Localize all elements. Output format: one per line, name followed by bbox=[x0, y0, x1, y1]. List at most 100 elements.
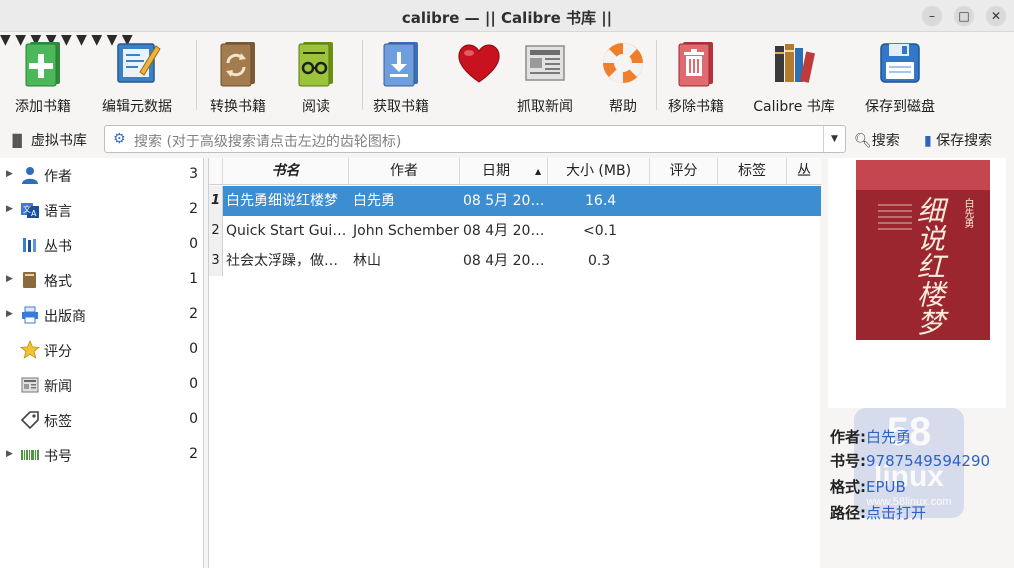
search-icon: 🔍︎ bbox=[854, 133, 872, 149]
column-header-date[interactable]: 日期 ▲ bbox=[460, 158, 548, 185]
expand-arrow-icon[interactable]: ▶ bbox=[6, 169, 13, 179]
column-header-date-label: 日期 bbox=[482, 163, 510, 179]
column-header-series[interactable]: 丛 bbox=[787, 158, 821, 185]
detail-author-link[interactable]: 白先勇 bbox=[866, 428, 911, 446]
save-to-disk-button[interactable]: 保存到磁盘 bbox=[858, 36, 942, 116]
tag-category-authors[interactable]: ▶ 作者 3 bbox=[0, 160, 204, 192]
cover-title: 细说红楼梦 bbox=[913, 196, 946, 336]
remove-books-button[interactable]: 移除书籍 bbox=[660, 36, 732, 116]
convert-books-button[interactable]: 转换书籍 bbox=[202, 36, 274, 116]
fetch-news-button[interactable]: 抓取新闻 bbox=[510, 36, 580, 116]
cell-size[interactable]: 0.3 bbox=[548, 246, 650, 276]
table-row[interactable]: 1 白先勇细说红楼梦 白先勇 08 5月 2026 16.4 bbox=[209, 186, 821, 216]
tag-category-identifiers[interactable]: ▶ 书号 2 bbox=[0, 440, 204, 472]
minimize-button[interactable]: – bbox=[922, 6, 942, 26]
cell-rating[interactable] bbox=[650, 186, 821, 216]
donate-button[interactable] bbox=[452, 36, 506, 116]
column-header-tags[interactable]: 标签 bbox=[718, 158, 787, 185]
expand-arrow-icon[interactable]: ▶ bbox=[6, 204, 13, 214]
tag-category-label: 评分 bbox=[44, 344, 72, 360]
convert-book-icon bbox=[220, 42, 255, 87]
table-row[interactable]: 3 社会太浮躁，做… 林山 08 4月 2026 0.3 bbox=[209, 246, 821, 276]
saved-search-button[interactable]: ▮ 保存搜索 bbox=[924, 130, 992, 150]
remove-books-label: 移除书籍 bbox=[668, 99, 724, 115]
heart-icon bbox=[458, 44, 500, 83]
window-title: calibre — || Calibre 书库 || bbox=[401, 9, 613, 27]
cell-size[interactable]: 16.4 bbox=[548, 186, 650, 216]
get-books-button[interactable]: 获取书籍 bbox=[366, 36, 436, 116]
virtual-library-button[interactable]: ▐▌ 虚拟书库 bbox=[8, 130, 87, 150]
search-button[interactable]: 🔍︎搜索 bbox=[854, 130, 900, 150]
tag-category-count: 0 bbox=[189, 411, 198, 427]
detail-path-link[interactable]: 点击打开 bbox=[866, 504, 926, 522]
maximize-button[interactable]: □ bbox=[954, 6, 974, 26]
fetch-news-label: 抓取新闻 bbox=[517, 99, 573, 115]
tag-category-label: 出版商 bbox=[44, 309, 86, 325]
floppy-disk-icon bbox=[880, 43, 920, 83]
column-header-author[interactable]: 作者 bbox=[349, 158, 460, 185]
tag-category-rating[interactable]: 评分 0 bbox=[0, 335, 204, 367]
table-row[interactable]: 2 Quick Start Guide John Schember 08 4月 … bbox=[209, 216, 821, 246]
cover-author: 白先勇 bbox=[962, 198, 973, 228]
cell-title[interactable]: Quick Start Guide bbox=[223, 216, 349, 246]
gear-icon[interactable]: ⚙ bbox=[113, 131, 126, 147]
cell-date[interactable]: 08 5月 2026 bbox=[460, 186, 548, 216]
expand-arrow-icon[interactable]: ▶ bbox=[6, 274, 13, 284]
view-button[interactable]: 阅读 bbox=[290, 36, 342, 116]
detail-format-link[interactable]: EPUB bbox=[866, 478, 906, 496]
column-header-rating[interactable]: 评分 bbox=[650, 158, 718, 185]
cell-author[interactable]: 林山 bbox=[349, 246, 460, 276]
tag-category-count: 2 bbox=[189, 201, 198, 217]
detail-isbn: 书号:9787549594290 bbox=[830, 450, 1014, 474]
tag-category-formats[interactable]: ▶ 格式 1 bbox=[0, 265, 204, 297]
row-number: 2 bbox=[209, 216, 223, 246]
detail-format: 格式:EPUB bbox=[830, 476, 1014, 500]
reader-icon bbox=[298, 42, 333, 87]
cell-size[interactable]: <0.1 bbox=[548, 216, 650, 246]
detail-isbn-link[interactable]: 9787549594290 bbox=[866, 452, 990, 470]
detail-author: 作者:白先勇 bbox=[830, 426, 1014, 450]
edit-metadata-button[interactable]: 编辑元数据 bbox=[96, 36, 178, 116]
book-list-header: 书名 作者 日期 ▲ 大小 (MB) 评分 标签 丛 bbox=[209, 158, 821, 185]
cell-title[interactable]: 白先勇细说红楼梦 bbox=[223, 186, 349, 216]
cell-title[interactable]: 社会太浮躁，做… bbox=[223, 246, 349, 276]
save-to-disk-label: 保存到磁盘 bbox=[865, 99, 935, 115]
tag-category-count: 3 bbox=[189, 166, 198, 182]
svg-text:A: A bbox=[31, 209, 37, 218]
cell-date[interactable]: 08 4月 2026 bbox=[460, 216, 548, 246]
row-number: 1 bbox=[209, 186, 223, 216]
column-header-title[interactable]: 书名 bbox=[223, 158, 349, 185]
detail-format-label: 格式: bbox=[830, 478, 866, 496]
column-header-size[interactable]: 大小 (MB) bbox=[548, 158, 650, 185]
book-cover[interactable]: 白先勇 细说红楼梦 bbox=[856, 160, 990, 340]
detail-isbn-label: 书号: bbox=[830, 452, 866, 470]
tag-category-tags[interactable]: 标签 0 bbox=[0, 405, 204, 437]
toolbar-separator bbox=[362, 40, 363, 110]
search-input[interactable]: ⚙ 搜索 (对于高级搜索请点击左边的齿轮图标) ▼ bbox=[104, 125, 846, 153]
library-label: Calibre 书库 bbox=[753, 99, 835, 115]
cell-date[interactable]: 08 4月 2026 bbox=[460, 246, 548, 276]
help-button[interactable]: 帮助 bbox=[598, 36, 648, 116]
library-button[interactable]: Calibre 书库 bbox=[748, 36, 840, 116]
virtual-library-label: 虚拟书库 bbox=[30, 133, 87, 149]
cell-author[interactable]: 白先勇 bbox=[349, 186, 460, 216]
format-book-icon bbox=[23, 272, 36, 288]
add-books-button[interactable]: 添加书籍 bbox=[4, 36, 82, 116]
tag-category-news[interactable]: 新闻 0 bbox=[0, 370, 204, 402]
library-icon bbox=[775, 44, 816, 83]
tag-category-count: 1 bbox=[189, 271, 198, 287]
close-button[interactable]: ✕ bbox=[986, 6, 1006, 26]
cover-frame[interactable]: 白先勇 细说红楼梦 bbox=[828, 158, 1006, 408]
expand-arrow-icon[interactable]: ▶ bbox=[6, 449, 13, 459]
person-icon bbox=[22, 167, 38, 184]
search-history-dropdown[interactable]: ▼ bbox=[823, 126, 845, 152]
expand-arrow-icon[interactable]: ▶ bbox=[6, 309, 13, 319]
add-books-label: 添加书籍 bbox=[15, 99, 71, 115]
tag-category-series[interactable]: 丛书 0 bbox=[0, 230, 204, 262]
sort-ascending-icon: ▲ bbox=[535, 167, 542, 176]
tag-category-languages[interactable]: ▶ 文A 语言 2 bbox=[0, 195, 204, 227]
detail-path-label: 路径: bbox=[830, 504, 866, 522]
cell-author[interactable]: John Schember bbox=[349, 216, 460, 246]
tag-category-publishers[interactable]: ▶ 出版商 2 bbox=[0, 300, 204, 332]
tag-category-count: 0 bbox=[189, 341, 198, 357]
